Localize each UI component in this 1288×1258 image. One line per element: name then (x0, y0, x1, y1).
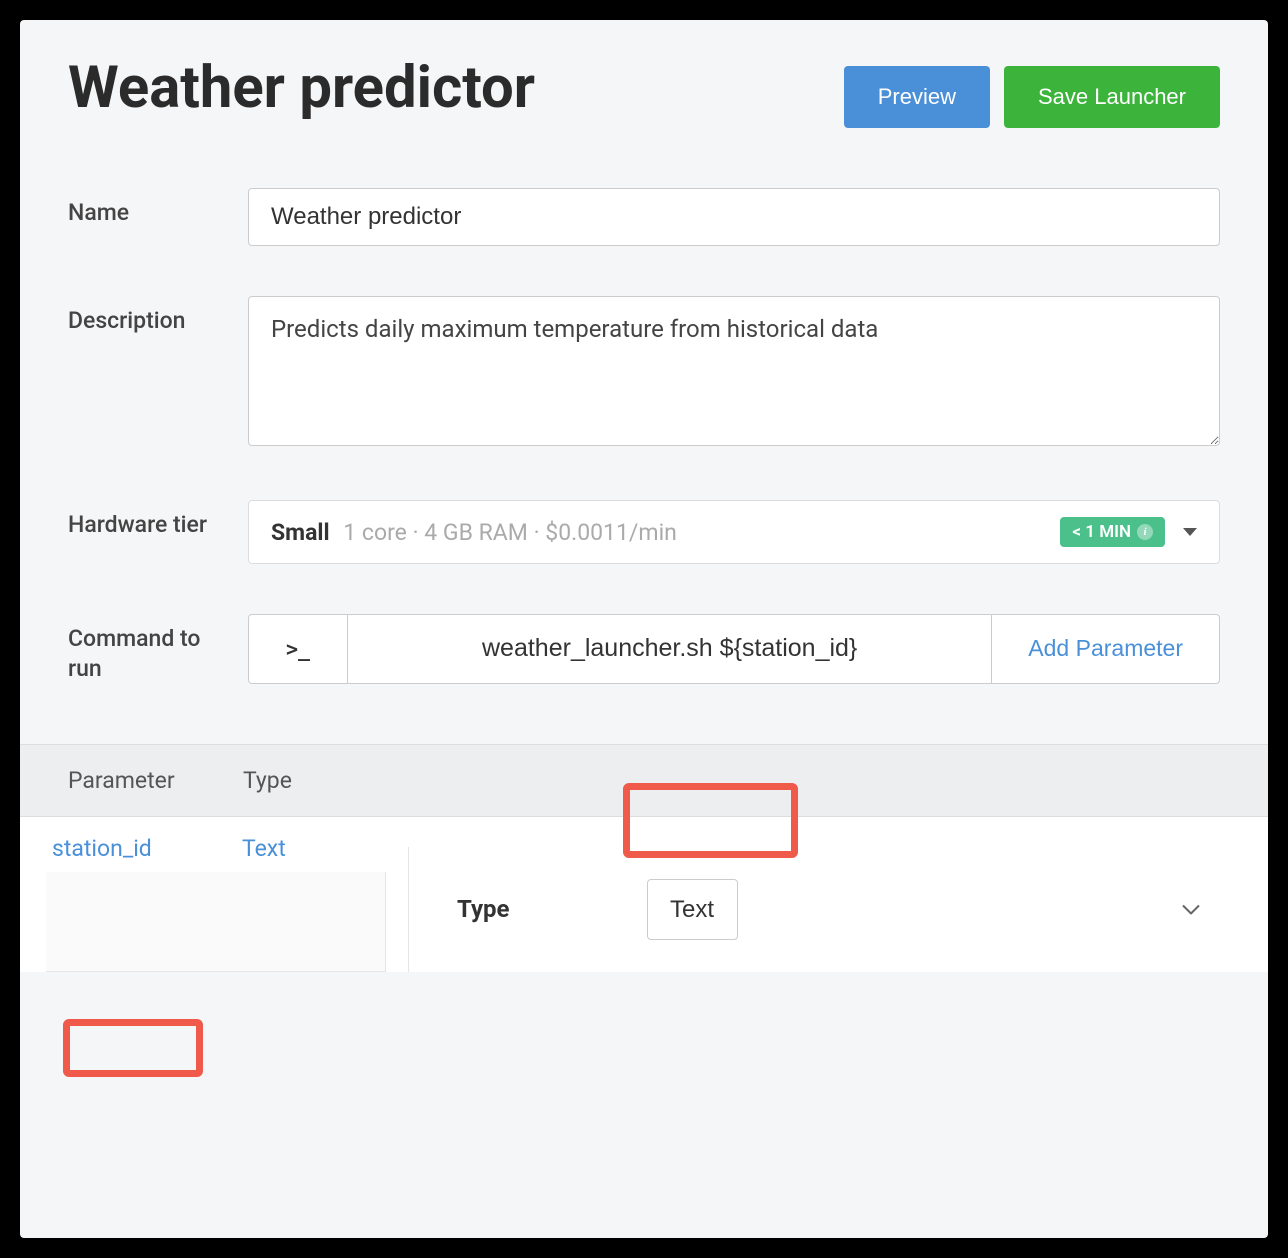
command-row: Command to run >_ Add Parameter (68, 614, 1220, 684)
name-label: Name (68, 188, 228, 246)
chevron-down-icon (1182, 900, 1200, 919)
param-name-tab[interactable]: station_id (46, 835, 236, 862)
column-type: Type (243, 767, 393, 794)
params-header-row: Parameter Type (20, 744, 1268, 817)
name-row: Name (68, 188, 1220, 246)
page-title: Weather predictor (68, 58, 535, 119)
description-row: Description Predicts daily maximum tempe… (68, 296, 1220, 450)
launcher-editor-window: Weather predictor Preview Save Launcher … (20, 20, 1268, 1238)
param-detail-pane: Type Text (408, 847, 1268, 972)
time-badge: < 1 MIN i (1060, 517, 1165, 547)
hardware-label: Hardware tier (68, 500, 228, 564)
terminal-icon: >_ (248, 614, 348, 684)
header-buttons: Preview Save Launcher (844, 66, 1220, 128)
command-label: Command to run (68, 614, 228, 684)
hardware-row: Hardware tier Small 1 core · 4 GB RAM · … (68, 500, 1220, 564)
type-label: Type (457, 895, 607, 923)
preview-button[interactable]: Preview (844, 66, 990, 128)
column-parameter: Parameter (68, 767, 243, 794)
description-label: Description (68, 296, 228, 450)
description-input[interactable]: Predicts daily maximum temperature from … (248, 296, 1220, 446)
type-select[interactable]: Text (647, 879, 738, 940)
hardware-info: Small 1 core · 4 GB RAM · $0.0011/min (271, 519, 677, 546)
save-launcher-button[interactable]: Save Launcher (1004, 66, 1220, 128)
add-parameter-button[interactable]: Add Parameter (992, 614, 1220, 684)
header: Weather predictor Preview Save Launcher (20, 20, 1268, 148)
highlight-annotation (63, 1019, 203, 1077)
command-input[interactable] (348, 614, 992, 684)
info-icon: i (1137, 524, 1153, 540)
name-input[interactable] (248, 188, 1220, 246)
hardware-specs: 1 core · 4 GB RAM · $0.0011/min (343, 519, 677, 546)
param-tabs-area: station_id Text (20, 817, 408, 972)
hardware-name: Small (271, 519, 330, 546)
hardware-tier-select[interactable]: Small 1 core · 4 GB RAM · $0.0011/min < … (248, 500, 1220, 564)
form-area: Name Description Predicts daily maximum … (20, 148, 1268, 744)
params-body: station_id Text Type Text (20, 817, 1268, 972)
caret-down-icon (1183, 528, 1197, 536)
param-type-tab[interactable]: Text (236, 835, 386, 862)
hardware-right: < 1 MIN i (1060, 517, 1197, 547)
active-tab-indicator (46, 872, 386, 972)
